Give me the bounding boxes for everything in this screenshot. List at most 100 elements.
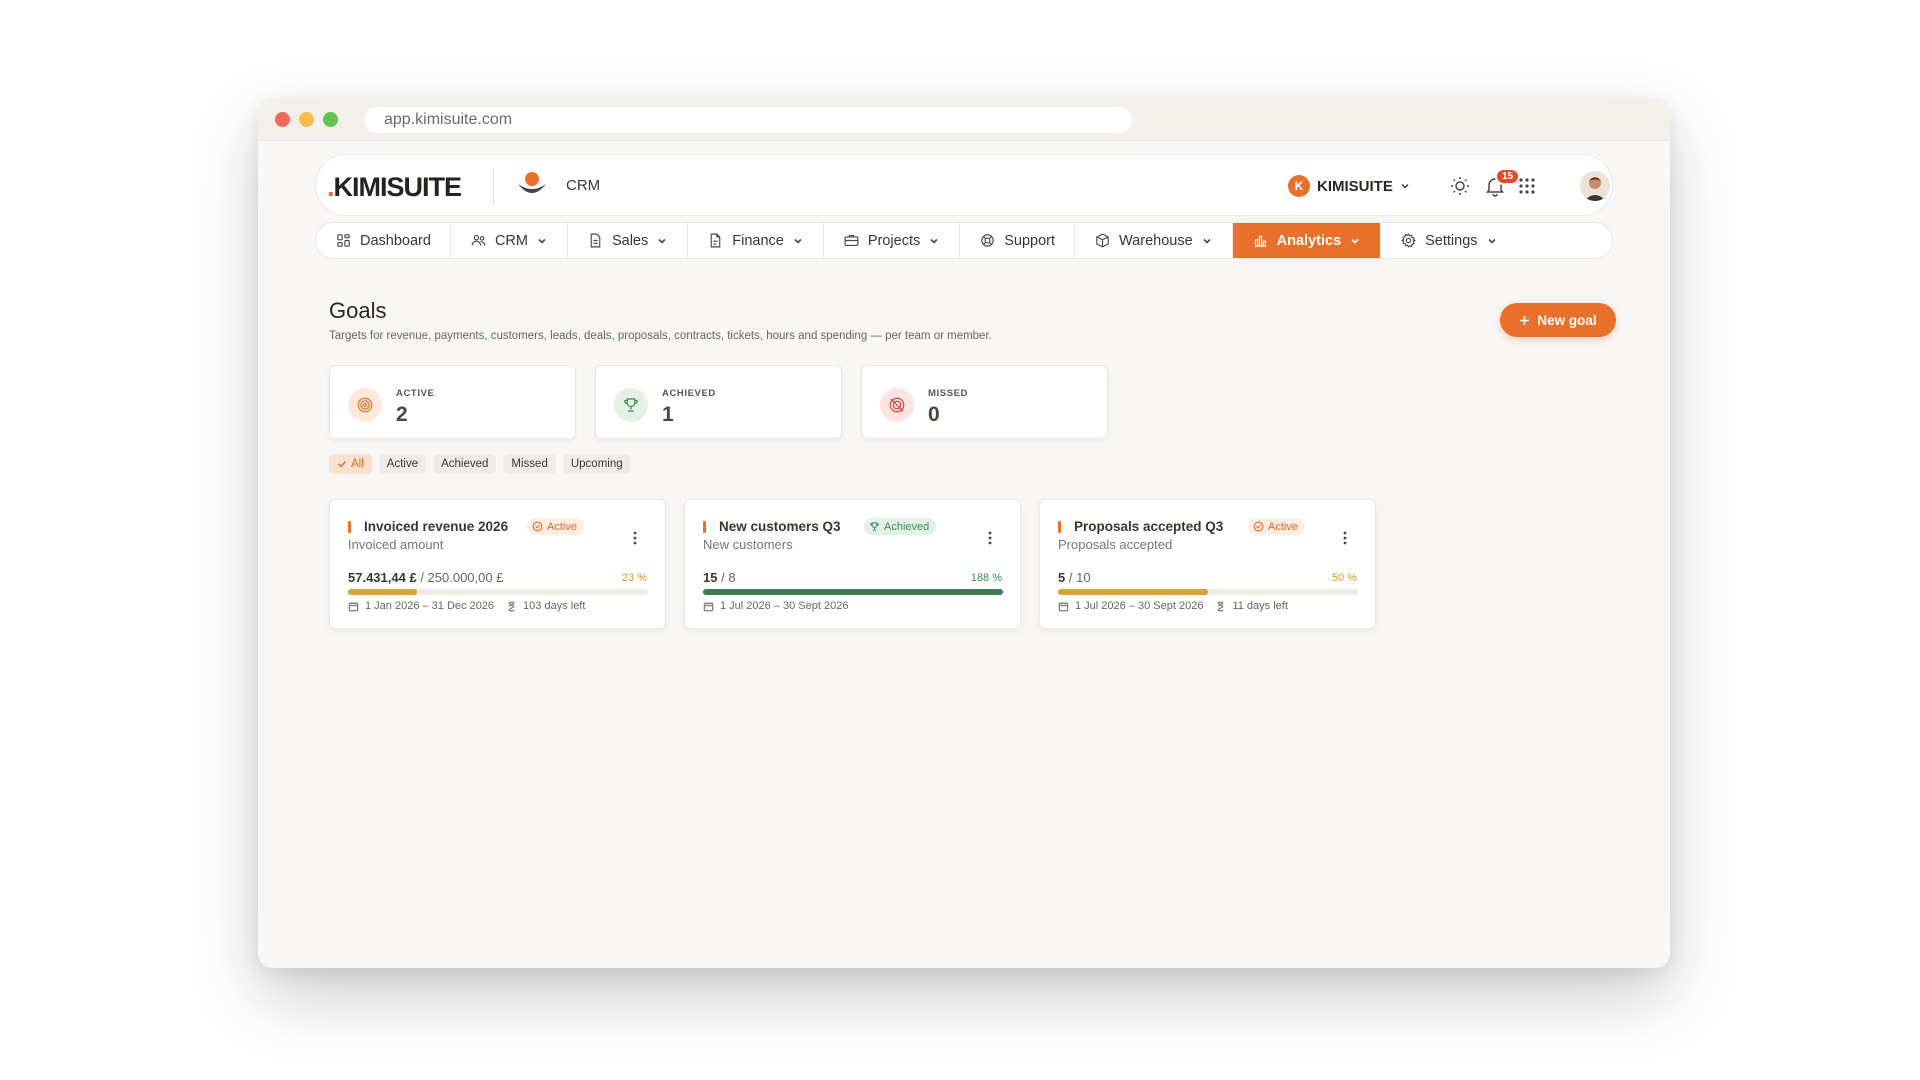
filter-chip-upcoming[interactable]: Upcoming <box>562 454 631 474</box>
org-initial-badge: K <box>1288 175 1310 197</box>
chip-label: Upcoming <box>570 458 623 470</box>
check-icon <box>338 461 347 468</box>
goal-progress-values: 5 / 10 <box>1058 570 1091 585</box>
main-navigation: Dashboard CRM Sales Finance Projects Sup… <box>315 222 1613 259</box>
box-icon <box>1096 233 1109 248</box>
new-goal-label: New goal <box>1537 312 1597 328</box>
filter-chip-all[interactable]: All <box>329 454 372 474</box>
nav-item-analytics[interactable]: Analytics <box>1232 223 1382 258</box>
goal-meta: 1 Jul 2026 – 30 Sept 2026 <box>703 600 848 612</box>
nav-label: Projects <box>867 232 921 249</box>
goal-card[interactable]: New customers Q3 Achieved New customers … <box>684 499 1021 629</box>
minimize-window-button[interactable] <box>299 112 314 127</box>
page-subtitle: Targets for revenue, payments, customers… <box>329 330 992 342</box>
browser-window: app.kimisuite.com .KIMISUITE CRM K KIMIS… <box>258 98 1670 968</box>
document-icon <box>590 233 601 248</box>
goal-percent: 50 % <box>1331 572 1357 584</box>
status-badge: Active <box>527 518 584 535</box>
goal-title: Invoiced revenue 2026 <box>364 519 509 534</box>
file-icon <box>710 233 721 248</box>
nav-item-warehouse[interactable]: Warehouse <box>1075 223 1233 258</box>
nav-label: Analytics <box>1276 232 1342 249</box>
goal-progress-values: 57.431,44 £ / 250.000,00 £ <box>348 570 503 585</box>
chip-label: Missed <box>511 458 548 470</box>
stat-value: 2 <box>396 403 408 426</box>
org-name: KIMISUITE <box>1317 177 1393 195</box>
goal-card[interactable]: Proposals accepted Q3 Active Proposals a… <box>1039 499 1376 629</box>
filter-chip-active[interactable]: Active <box>378 454 427 474</box>
status-badge-label: Active <box>1268 520 1298 533</box>
filter-chip-achieved[interactable]: Achieved <box>433 454 497 474</box>
goal-target: / 8 <box>721 570 736 585</box>
hourglass-icon <box>1217 601 1224 611</box>
nav-label: Finance <box>732 232 784 249</box>
goal-progress-fill <box>1058 589 1208 595</box>
nav-label: Dashboard <box>360 232 431 249</box>
chip-label: Active <box>386 458 419 470</box>
goal-target: / 250.000,00 £ <box>420 570 504 585</box>
nav-item-projects[interactable]: Projects <box>824 223 961 258</box>
filter-chip-missed[interactable]: Missed <box>503 454 556 474</box>
chevron-down-icon <box>930 238 938 244</box>
nav-item-support[interactable]: Support <box>960 223 1076 258</box>
stat-value: 0 <box>928 403 940 426</box>
goal-period: 1 Jan 2026 – 31 Dec 2026 <box>365 600 495 612</box>
goal-title: New customers Q3 <box>719 519 841 534</box>
goal-current: 15 <box>703 570 718 585</box>
user-avatar[interactable] <box>1580 171 1610 201</box>
bar-chart-icon <box>1254 235 1266 247</box>
goal-percent: 188 % <box>970 572 1002 584</box>
chevron-down-icon <box>1203 238 1211 244</box>
more-vertical-icon[interactable] <box>1341 530 1349 546</box>
stat-value: 1 <box>662 403 674 426</box>
sun-icon[interactable] <box>1448 174 1472 198</box>
nav-item-sales[interactable]: Sales <box>568 223 689 258</box>
goal-progress-fill <box>348 589 417 595</box>
address-bar[interactable]: app.kimisuite.com <box>364 107 1132 133</box>
target-icon <box>348 388 382 422</box>
more-vertical-icon[interactable] <box>986 530 994 546</box>
goal-current: 5 <box>1058 570 1066 585</box>
chevron-down-icon <box>794 238 802 244</box>
goal-progress-track <box>1058 589 1358 595</box>
briefcase-icon <box>844 234 859 247</box>
check-circle-icon <box>532 521 543 532</box>
nav-item-settings[interactable]: Settings <box>1381 223 1516 258</box>
kimisuite-logo[interactable]: .KIMISUITE <box>327 172 462 203</box>
goal-filter-chips: All Active Achieved Missed Upcoming <box>329 454 631 474</box>
nav-item-dashboard[interactable]: Dashboard <box>316 223 451 258</box>
hourglass-icon <box>508 601 515 611</box>
status-badge: Active <box>1248 518 1305 535</box>
crm-module-icon[interactable] <box>514 168 550 204</box>
goal-period: 1 Jul 2026 – 30 Sept 2026 <box>720 600 849 612</box>
apps-grid-icon[interactable] <box>1515 174 1539 198</box>
goal-percent: 23 % <box>621 572 647 584</box>
plus-icon <box>1520 315 1530 325</box>
calendar-icon <box>348 601 359 611</box>
goal-progress-track <box>348 589 648 595</box>
chip-label: Achieved <box>441 458 489 470</box>
status-badge-label: Achieved <box>884 520 930 533</box>
chevron-down-icon <box>1401 184 1409 189</box>
browser-titlebar: app.kimisuite.com <box>258 98 1670 141</box>
nav-label: CRM <box>494 232 528 249</box>
chevron-down-icon <box>1351 238 1359 244</box>
organization-switcher[interactable]: K KIMISUITE <box>1288 173 1410 199</box>
nav-item-crm[interactable]: CRM <box>451 223 568 258</box>
module-label: CRM <box>566 177 601 194</box>
maximize-window-button[interactable] <box>323 112 338 127</box>
more-vertical-icon[interactable] <box>631 530 639 546</box>
dashboard-icon <box>337 234 350 247</box>
goal-card[interactable]: Invoiced revenue 2026 Active Invoiced am… <box>329 499 666 629</box>
goal-title: Proposals accepted Q3 <box>1074 519 1224 534</box>
stat-label: MISSED <box>928 388 969 399</box>
nav-item-finance[interactable]: Finance <box>688 223 824 258</box>
close-window-button[interactable] <box>275 112 290 127</box>
new-goal-button[interactable]: New goal <box>1500 303 1616 337</box>
status-badge-label: Active <box>547 520 577 533</box>
goal-period: 1 Jul 2026 – 30 Sept 2026 <box>1075 600 1204 612</box>
gear-icon <box>1401 233 1417 248</box>
chevron-down-icon <box>658 238 666 244</box>
header-divider <box>493 169 494 205</box>
goal-meta: 1 Jan 2026 – 31 Dec 2026 103 days left <box>348 600 585 612</box>
